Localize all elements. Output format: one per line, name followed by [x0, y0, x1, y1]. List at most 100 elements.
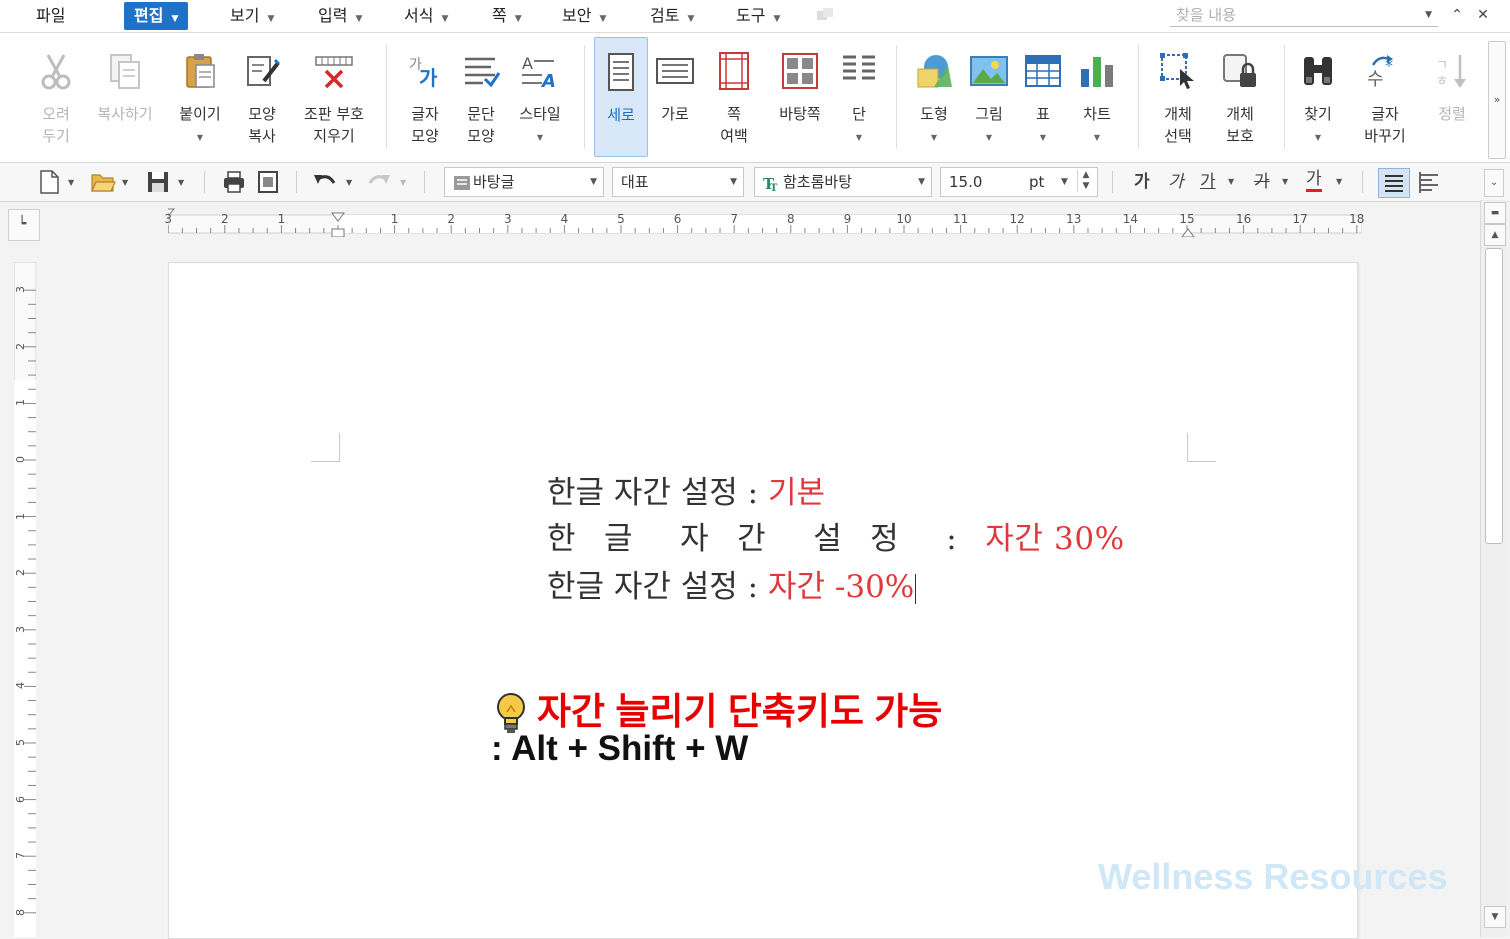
- ruler-tick-label: 12: [1009, 212, 1025, 226]
- picture-button[interactable]: 그림 ▼: [966, 37, 1012, 155]
- format-painter-button[interactable]: 모양 복사: [236, 37, 288, 155]
- document-page[interactable]: 한글 자간 설정 : 기본 한 글 자 간 설 정 : 자간 30% 한글 자간…: [168, 262, 1358, 939]
- ruler-tick-label: 10: [896, 212, 912, 226]
- document-line-default[interactable]: 한글 자간 설정 : 기본: [547, 467, 825, 512]
- page-margin-button[interactable]: 쪽 여백: [706, 37, 762, 155]
- ruler-tick-label: 3: [503, 212, 512, 226]
- svg-text:A: A: [540, 71, 556, 91]
- ruler-tab-selector[interactable]: ┕: [8, 209, 40, 241]
- save-button[interactable]: ▼: [146, 169, 188, 195]
- ruler-tick-label: 5: [14, 739, 27, 746]
- copy-button[interactable]: 복사하기: [90, 37, 160, 155]
- scroll-top-icon[interactable]: ▬: [1484, 202, 1506, 224]
- ruler-tick-label: 1: [277, 212, 286, 226]
- menu-input[interactable]: 입력 ▼: [308, 2, 372, 30]
- chevron-down-icon[interactable]: ▼: [1228, 177, 1234, 186]
- style-button[interactable]: AA 스타일 ▼: [512, 37, 568, 155]
- columns-button[interactable]: 단 ▼: [836, 37, 882, 155]
- menu-page-label: 쪽: [492, 6, 507, 25]
- toolbar-separator: [204, 171, 205, 193]
- para-shape-button[interactable]: 문단 모양: [456, 37, 506, 155]
- align-left-icon: [1419, 172, 1438, 193]
- vertical-scrollbar[interactable]: ▬ ▲ ▼: [1480, 200, 1507, 937]
- print-button[interactable]: [222, 169, 248, 195]
- chevron-down-icon[interactable]: ▼: [1282, 177, 1288, 186]
- menu-page[interactable]: 쪽 ▼: [482, 2, 532, 30]
- close-icon[interactable]: ✕: [1472, 4, 1494, 26]
- document-line-wide[interactable]: 한 글 자 간 설 정 : 자간 30%: [547, 513, 1125, 558]
- char-shape-button[interactable]: 가가 글자 모양: [400, 37, 450, 155]
- menu-format[interactable]: 서식 ▼: [394, 2, 458, 30]
- vertical-ruler[interactable]: [14, 262, 36, 937]
- select-object-icon: [1160, 53, 1194, 89]
- font-size-value: 15.0: [949, 173, 983, 191]
- open-button[interactable]: ▼: [90, 169, 132, 195]
- italic-button[interactable]: 가: [1168, 169, 1184, 195]
- scrollbar-thumb[interactable]: [1485, 248, 1503, 544]
- svg-text:T: T: [770, 183, 778, 191]
- search-input[interactable]: 찾을 내용 ▼: [1170, 4, 1438, 27]
- ruler-tick-label: 4: [14, 682, 27, 690]
- menu-tools[interactable]: 도구 ▼: [726, 2, 790, 30]
- cut-button[interactable]: 오려 두기: [30, 37, 82, 155]
- shape-button[interactable]: 도형 ▼: [908, 37, 960, 155]
- font-color-button[interactable]: 가: [1306, 169, 1322, 192]
- font-size-input[interactable]: 15.0 pt ▼ ▲ ▼: [940, 167, 1098, 197]
- replace-button[interactable]: 수 * 글자 바꾸기: [1350, 37, 1420, 155]
- align-justify-button[interactable]: [1378, 168, 1410, 198]
- ruler-tick-label: 3: [14, 625, 27, 633]
- menu-security[interactable]: 보안 ▼: [552, 2, 616, 30]
- redo-button[interactable]: ▼: [366, 169, 410, 195]
- ruler-tick-label: 2: [14, 569, 27, 577]
- ruler-tick-label: 1: [390, 212, 399, 226]
- new-document-button[interactable]: ▼: [38, 169, 78, 195]
- language-select[interactable]: 대표 ▼: [612, 167, 744, 197]
- ruler-tick-label: 14: [1122, 212, 1139, 226]
- style-select[interactable]: 바탕글 ▼: [444, 167, 604, 197]
- landscape-button[interactable]: 가로: [652, 37, 698, 155]
- undo-button[interactable]: ▼: [312, 169, 356, 195]
- chart-button[interactable]: 차트 ▼: [1074, 37, 1120, 155]
- preview-button[interactable]: [256, 169, 282, 195]
- chevron-down-icon[interactable]: ▼: [1336, 177, 1342, 186]
- font-select-value: 함초롬바탕: [783, 173, 853, 191]
- sort-button[interactable]: ㄱㅎ 정렬: [1428, 37, 1476, 155]
- protect-object-button[interactable]: 개체 보호: [1212, 37, 1268, 155]
- chevron-down-icon: ▼: [590, 177, 597, 187]
- ribbon-separator: [386, 45, 387, 149]
- portrait-button[interactable]: 세로: [594, 37, 648, 157]
- paste-button[interactable]: 붙이기 ▼: [172, 37, 228, 155]
- strikethrough-button[interactable]: 가: [1254, 169, 1270, 195]
- select-object-button[interactable]: 개체 선택: [1150, 37, 1206, 155]
- align-left-button[interactable]: [1414, 168, 1444, 196]
- menu-view[interactable]: 보기 ▼: [220, 2, 284, 30]
- clear-marks-button[interactable]: 조판 부호 지우기: [296, 37, 372, 155]
- scroll-down-icon[interactable]: ▼: [1484, 906, 1506, 928]
- menu-file[interactable]: 파일: [26, 2, 75, 30]
- ruler-tick-label: 8: [14, 908, 27, 916]
- master-page-button[interactable]: 바탕쪽: [770, 37, 830, 155]
- scroll-up-icon[interactable]: ▲: [1484, 224, 1506, 246]
- bold-button[interactable]: 가: [1134, 169, 1150, 195]
- font-size-stepper[interactable]: ▲ ▼: [1077, 170, 1094, 192]
- collapse-up-icon[interactable]: ⌃: [1446, 4, 1468, 26]
- undo-icon: [314, 175, 336, 184]
- document-line-narrow[interactable]: 한글 자간 설정 : 자간 -30%: [547, 561, 917, 606]
- toolbar-more-icon[interactable]: ⌄: [1484, 169, 1504, 197]
- tip-title: 자간 늘리기 단축키도 가능: [493, 681, 942, 736]
- find-button[interactable]: 찾기 ▼: [1294, 37, 1342, 155]
- ribbon-toggle-icon[interactable]: [816, 6, 836, 24]
- save-icon: [148, 172, 168, 192]
- menu-edit[interactable]: 편집 ▼: [124, 2, 189, 30]
- chevron-down-icon[interactable]: ▼: [1425, 4, 1432, 26]
- tip-shortcut: : Alt + Shift + W: [491, 729, 749, 768]
- menu-review[interactable]: 검토 ▼: [640, 2, 704, 30]
- ribbon-more-icon[interactable]: »: [1488, 41, 1506, 159]
- chevron-down-icon: ▼: [599, 14, 607, 24]
- underline-button[interactable]: 가: [1200, 169, 1216, 195]
- columns-icon: [843, 55, 875, 80]
- table-button[interactable]: 표 ▼: [1020, 37, 1066, 155]
- page-margin-icon: [719, 52, 749, 90]
- font-select[interactable]: TT 함초롬바탕 ▼: [754, 167, 932, 197]
- chevron-down-icon[interactable]: ▼: [1061, 168, 1068, 196]
